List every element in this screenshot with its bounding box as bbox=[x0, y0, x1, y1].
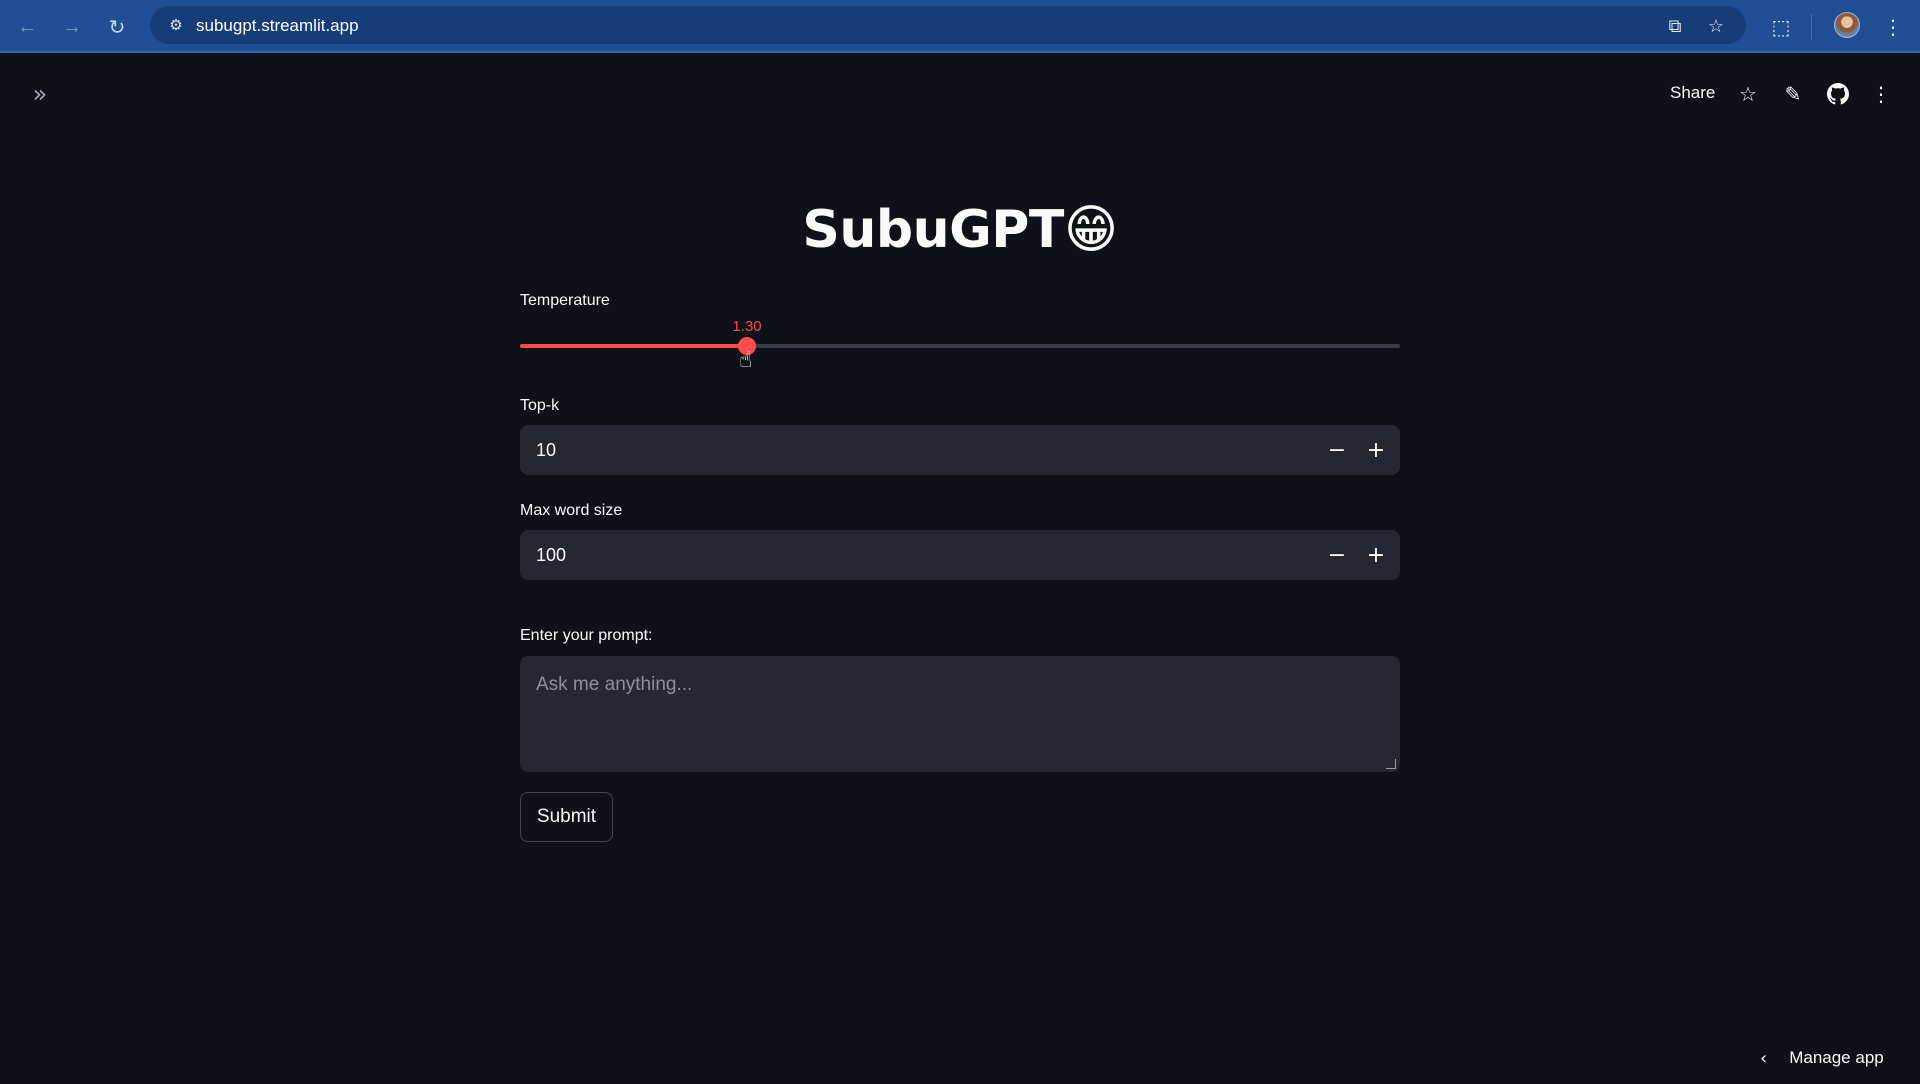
max-word-size-input[interactable]: 100 − + bbox=[520, 530, 1400, 580]
toolbar-divider bbox=[1811, 14, 1812, 40]
more-menu-icon[interactable]: ⋮ bbox=[1867, 80, 1895, 108]
prompt-textarea[interactable]: Ask me anything... bbox=[520, 656, 1400, 772]
extensions-icon[interactable]: ⬚ bbox=[1766, 12, 1796, 42]
top-k-increment-button[interactable]: + bbox=[1360, 434, 1392, 466]
max-word-size-value[interactable]: 100 bbox=[536, 545, 566, 566]
forward-arrow-icon[interactable]: → bbox=[57, 12, 87, 42]
submit-button[interactable]: Submit bbox=[520, 792, 613, 842]
chevron-left-icon: ‹ bbox=[1760, 1047, 1768, 1069]
manage-app-button[interactable]: ‹ Manage app bbox=[1760, 1046, 1884, 1070]
top-k-value[interactable]: 10 bbox=[536, 440, 556, 461]
url-text[interactable]: subugpt.streamlit.app bbox=[196, 16, 359, 36]
profile-avatar[interactable] bbox=[1834, 12, 1860, 38]
edit-pencil-icon[interactable]: ✎ bbox=[1779, 80, 1807, 108]
install-app-icon[interactable]: ⧉ bbox=[1664, 15, 1686, 37]
site-settings-icon[interactable]: ⚙ bbox=[166, 15, 186, 35]
github-icon[interactable] bbox=[1824, 80, 1852, 108]
temperature-label: Temperature bbox=[520, 292, 610, 309]
share-button[interactable]: Share bbox=[1670, 83, 1715, 103]
top-k-input[interactable]: 10 − + bbox=[520, 425, 1400, 475]
back-arrow-icon[interactable]: ← bbox=[12, 12, 42, 42]
top-k-label: Top-k bbox=[520, 397, 560, 414]
slider-fill bbox=[520, 344, 748, 348]
max-word-size-increment-button[interactable]: + bbox=[1360, 539, 1392, 571]
bookmark-star-icon[interactable]: ☆ bbox=[1705, 15, 1727, 37]
slider-value: 1.30 bbox=[732, 318, 762, 335]
address-bar[interactable]: ⚙ subugpt.streamlit.app ⧉ ☆ bbox=[150, 6, 1746, 44]
top-k-decrement-button[interactable]: − bbox=[1321, 434, 1353, 466]
chrome-menu-icon[interactable]: ⋮ bbox=[1878, 12, 1908, 42]
prompt-placeholder: Ask me anything... bbox=[536, 674, 693, 695]
page-title: SubuGPT😁 bbox=[802, 200, 1118, 260]
max-word-size-label: Max word size bbox=[520, 502, 623, 519]
reload-icon[interactable]: ↻ bbox=[102, 12, 132, 42]
star-icon[interactable]: ☆ bbox=[1734, 80, 1762, 108]
temperature-slider[interactable]: 1.30 ☝ bbox=[520, 318, 1400, 373]
hand-cursor-icon: ☝ bbox=[739, 348, 753, 373]
manage-app-label: Manage app bbox=[1789, 1048, 1884, 1067]
sidebar-expand-icon[interactable]: » bbox=[26, 80, 54, 108]
prompt-label: Enter your prompt: bbox=[520, 627, 653, 644]
resize-handle-icon[interactable] bbox=[1386, 759, 1396, 769]
max-word-size-decrement-button[interactable]: − bbox=[1321, 539, 1353, 571]
browser-toolbar: ← → ↻ ⚙ subugpt.streamlit.app ⧉ ☆ ⬚ ⋮ bbox=[0, 0, 1920, 53]
